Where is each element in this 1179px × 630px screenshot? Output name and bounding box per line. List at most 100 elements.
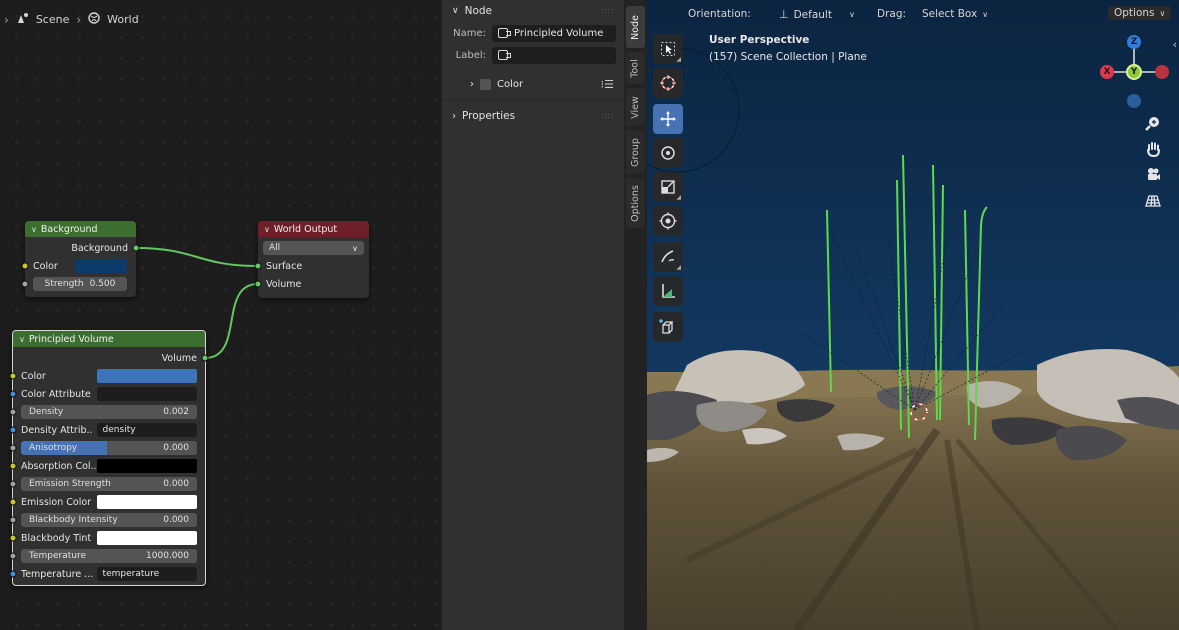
anisotropy-label: Anisotropy — [29, 443, 78, 453]
breadcrumb-world[interactable]: World — [107, 13, 139, 26]
color-attribute-field[interactable] — [96, 387, 197, 401]
world-output-node-header[interactable]: ∨ World Output — [258, 221, 369, 237]
anisotropy-value: 0.000 — [163, 443, 189, 453]
density-label: Density — [29, 407, 64, 417]
blackbody-intensity-field[interactable]: Blackbody Intensity 0.000 — [21, 513, 197, 527]
chevron-down-icon: ∨ — [452, 6, 459, 16]
input-socket[interactable] — [9, 534, 17, 542]
input-socket[interactable] — [254, 262, 262, 270]
input-socket[interactable] — [9, 372, 17, 380]
viewport-header: Orientation: ⊥ Default ∨ Drag: Select Bo… — [647, 0, 1179, 28]
target-dropdown[interactable]: All ∨ — [263, 241, 364, 255]
breadcrumb-scene[interactable]: Scene — [36, 13, 70, 26]
drag-grip-icon[interactable]: ∷∷ — [602, 7, 614, 16]
strength-field[interactable]: Strength 0.500 — [33, 277, 127, 291]
color-subpanel-title: Color — [497, 78, 524, 90]
gizmo-neg-x-axis[interactable] — [1155, 65, 1169, 79]
volume-output-row: Volume — [13, 349, 209, 367]
collapse-chevron-icon[interactable]: ∨ — [19, 335, 25, 344]
tab-node[interactable]: Node — [626, 6, 645, 48]
transform-tool[interactable] — [653, 206, 683, 236]
3d-viewport[interactable]: Orientation: ⊥ Default ∨ Drag: Select Bo… — [647, 0, 1179, 630]
collapse-chevron-icon[interactable]: ∨ — [31, 225, 37, 234]
node-editor[interactable]: › Scene › World ∨ Background Background … — [0, 0, 441, 630]
gizmo-x-axis[interactable]: X — [1100, 65, 1114, 79]
ortho-grid-icon[interactable] — [1143, 191, 1163, 211]
blackbody-tint-swatch[interactable] — [96, 531, 197, 545]
input-socket[interactable] — [9, 480, 17, 488]
measure-tool[interactable] — [653, 276, 683, 306]
pan-hand-icon[interactable] — [1143, 139, 1163, 159]
tab-options[interactable]: Options — [626, 178, 645, 228]
principled-volume-node[interactable]: ∨ Principled Volume Volume Color Color A… — [9, 330, 209, 586]
camera-view-icon[interactable] — [1143, 165, 1163, 185]
breadcrumb: › Scene › World — [4, 12, 139, 27]
world-output-node[interactable]: ∨ World Output All ∨ Surface Volume — [254, 221, 369, 298]
gizmo-y-axis[interactable]: Y — [1126, 64, 1142, 80]
input-socket[interactable] — [254, 280, 262, 288]
principled-volume-node-header[interactable]: ∨ Principled Volume — [13, 331, 205, 347]
zoom-icon[interactable] — [1143, 113, 1163, 133]
node-panel-header[interactable]: ∨ Node ∷∷ — [442, 0, 624, 22]
rotate-tool[interactable] — [653, 138, 683, 168]
scene-collection-label: (157) Scene Collection | Plane — [709, 51, 867, 63]
temperature-field[interactable]: Temperature 1000.000 — [21, 549, 197, 563]
gizmo-neg-z-axis[interactable] — [1127, 94, 1141, 108]
emission-strength-field[interactable]: Emission Strength 0.000 — [21, 477, 197, 491]
label-label: Label: — [455, 49, 486, 61]
add-cube-tool[interactable] — [653, 312, 683, 342]
collapse-arrow-icon[interactable]: ‹ — [1173, 38, 1177, 51]
select-box-tool[interactable]: ◢ — [653, 34, 683, 64]
drag-grip-icon[interactable]: ∷∷ — [602, 112, 614, 121]
properties-panel-header[interactable]: › Properties ∷∷ — [442, 105, 624, 127]
drag-label-text: Drag: — [877, 8, 907, 20]
breadcrumb-arrow-icon: › — [4, 12, 9, 27]
input-socket[interactable] — [9, 408, 17, 416]
node-panel-title: Node — [464, 5, 492, 17]
input-socket[interactable] — [9, 390, 17, 398]
input-socket[interactable] — [9, 516, 17, 524]
density-field[interactable]: Density 0.002 — [21, 405, 197, 419]
drag-value: Select Box — [922, 8, 978, 20]
input-socket[interactable] — [9, 444, 17, 452]
list-presets-icon[interactable]: ⁝☰ — [601, 78, 614, 91]
density-attribute-field[interactable]: density — [96, 423, 197, 437]
output-socket[interactable] — [201, 354, 209, 362]
options-dropdown[interactable]: Options ∨ — [1108, 6, 1172, 20]
navigation-gizmo[interactable]: Z X Y — [1087, 30, 1177, 110]
color-subpanel-header[interactable]: › Color ⁝☰ — [442, 72, 624, 96]
output-socket[interactable] — [132, 244, 140, 252]
tab-group[interactable]: Group — [626, 130, 645, 174]
input-socket[interactable] — [9, 462, 17, 470]
input-socket[interactable] — [9, 570, 17, 578]
temperature-attribute-field[interactable]: temperature — [96, 567, 197, 581]
anisotropy-slider[interactable]: Anisotropy 0.000 — [21, 441, 197, 455]
output-label: Background — [71, 242, 128, 254]
emission-color-swatch[interactable] — [96, 495, 197, 509]
move-tool[interactable] — [653, 104, 683, 134]
input-socket[interactable] — [9, 498, 17, 506]
tab-view[interactable]: View — [626, 88, 645, 126]
label-field[interactable] — [492, 46, 616, 64]
add-cube-icon — [659, 319, 674, 334]
background-node[interactable]: ∨ Background Background Color Strength 0… — [21, 221, 140, 297]
orientation-dropdown[interactable]: ⊥ Default ∨ — [779, 8, 855, 21]
color-checkbox[interactable] — [480, 78, 491, 90]
gizmo-z-axis[interactable]: Z — [1127, 35, 1141, 49]
scale-tool[interactable]: ◢ — [653, 172, 683, 202]
annotate-tool[interactable]: ◢ — [653, 242, 683, 272]
absorption-color-swatch[interactable] — [97, 459, 197, 473]
input-socket[interactable] — [9, 426, 17, 434]
color-swatch[interactable] — [96, 369, 197, 383]
cursor-tool[interactable] — [653, 68, 683, 98]
name-field[interactable]: Principled Volume — [492, 24, 616, 42]
input-socket[interactable] — [9, 552, 17, 560]
collapse-chevron-icon[interactable]: ∨ — [264, 225, 270, 234]
input-socket[interactable] — [21, 262, 29, 270]
tab-tool[interactable]: Tool — [626, 52, 645, 84]
drag-dropdown[interactable]: Select Box ∨ — [922, 8, 988, 20]
background-node-header[interactable]: ∨ Background — [25, 221, 136, 237]
color-swatch[interactable] — [75, 259, 127, 273]
input-socket[interactable] — [21, 280, 29, 288]
pv-color-attribute-row: Color Attribute — [9, 385, 205, 403]
